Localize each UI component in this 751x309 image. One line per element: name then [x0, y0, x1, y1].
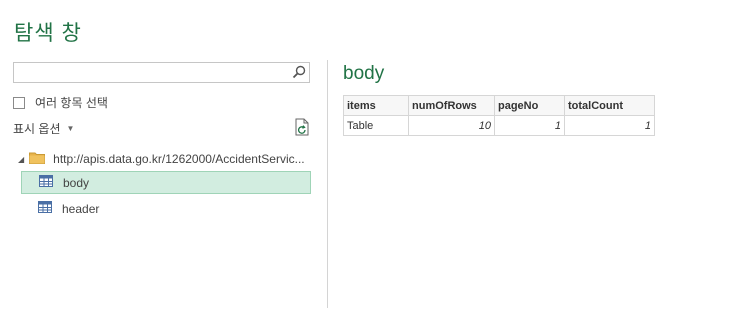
navigator-title: 탐색 창: [14, 22, 82, 45]
tree-item-label: body: [63, 175, 90, 190]
display-options-label: 표시 옵션: [13, 122, 61, 136]
tree-root-label: http://apis.data.go.kr/1262000/AccidentS…: [53, 152, 305, 166]
preview-table: items numOfRows pageNo totalCount Table …: [343, 95, 655, 136]
tree-root-source[interactable]: ◢ http://apis.data.go.kr/1262000/Acciden…: [18, 150, 305, 168]
chevron-down-icon: ▼: [66, 124, 75, 133]
search-box[interactable]: [13, 62, 310, 83]
table-cell[interactable]: 10: [408, 115, 495, 136]
table-header-row: items numOfRows pageNo totalCount: [343, 95, 655, 116]
table-icon: [38, 201, 52, 216]
select-multiple-label: 여러 항목 선택: [35, 96, 108, 110]
column-header[interactable]: numOfRows: [408, 95, 495, 116]
pane-divider[interactable]: [327, 60, 328, 308]
search-input[interactable]: [14, 63, 292, 82]
refresh-icon[interactable]: [294, 118, 310, 141]
table-cell[interactable]: 1: [494, 115, 565, 136]
expand-icon[interactable]: ◢: [18, 155, 24, 164]
tree-item-body[interactable]: body: [21, 171, 311, 194]
tree-item-label: header: [62, 201, 100, 216]
table-cell[interactable]: 1: [564, 115, 655, 136]
tree-item-header[interactable]: header: [21, 197, 311, 220]
column-header[interactable]: pageNo: [494, 95, 565, 116]
column-header[interactable]: items: [343, 95, 409, 116]
preview-title: body: [343, 63, 385, 84]
select-multiple-items[interactable]: 여러 항목 선택: [13, 94, 108, 111]
select-multiple-checkbox[interactable]: [13, 96, 25, 109]
display-options-dropdown[interactable]: 표시 옵션 ▼: [13, 120, 74, 137]
folder-icon: [29, 151, 46, 167]
search-icon[interactable]: [292, 65, 306, 84]
column-header[interactable]: totalCount: [564, 95, 655, 116]
table-cell[interactable]: Table: [343, 115, 409, 136]
table-row: Table 10 1 1: [343, 115, 655, 136]
table-icon: [39, 175, 53, 190]
